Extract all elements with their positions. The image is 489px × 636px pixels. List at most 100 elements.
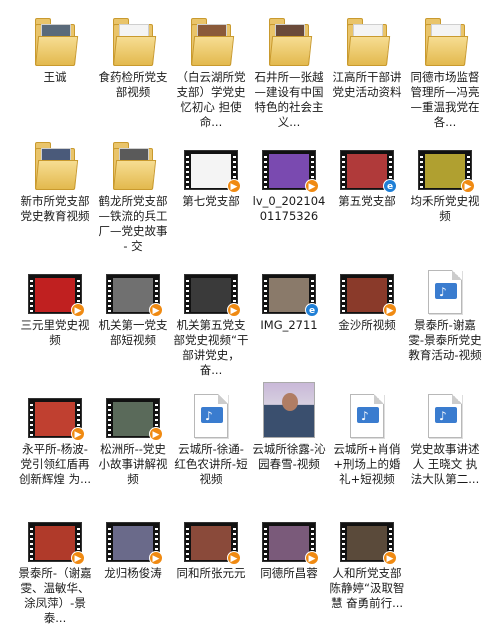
file-item[interactable]: ▶ 松洲所--党史小故事讲解视频 (94, 382, 172, 506)
file-item[interactable]: ▶ 机关第五党支部党史视频“干部讲党史，奋... (172, 258, 250, 382)
file-item[interactable]: ▶ 同德所昌蓉 (250, 506, 328, 630)
play-icon: ▶ (149, 427, 163, 441)
file-name: 龙归杨俊涛 (104, 566, 162, 580)
video-file-icon: ▶ (182, 258, 241, 317)
file-item[interactable]: ▶ 同和所张元元 (172, 506, 250, 630)
file-name: 同德市场监督管理所—冯亮—重温我党在各... (410, 70, 480, 129)
video-file-icon: ▶ (26, 382, 85, 441)
file-grid: 王诚 食药检所党支部视频 （白云湖所党支部）学党史 忆初心 担使命... 石井所—张越… (16, 10, 486, 630)
file-name: （白云湖所党支部）学党史 忆初心 担使命... (176, 70, 246, 129)
file-item[interactable]: （白云湖所党支部）学党史 忆初心 担使命... (172, 10, 250, 134)
file-item[interactable]: ▶ 均禾所党史视频 (406, 134, 484, 258)
play-icon: ▶ (149, 551, 163, 565)
file-item[interactable]: ▶ lv_0_20210401175326 (250, 134, 328, 258)
file-item[interactable]: 新市所党支部党史教育视频 (16, 134, 94, 258)
file-name: 云城所徐露-沁园春雪-视频 (252, 442, 326, 471)
play-icon: ▶ (305, 551, 319, 565)
browser-icon: e (305, 303, 319, 317)
video-file-icon: ▶ (104, 382, 163, 441)
file-name: 第五党支部 (338, 194, 396, 208)
video-file-icon: ▶ (338, 506, 397, 565)
file-item[interactable]: ▶ 机关第一党支部短视频 (94, 258, 172, 382)
photo-thumbnail-icon (260, 382, 318, 438)
folder-icon (416, 10, 474, 66)
file-item[interactable]: ♪ 云城所-徐通-红色农讲所-短视频 (172, 382, 250, 506)
play-icon: ▶ (227, 303, 241, 317)
play-icon: ▶ (305, 179, 319, 193)
file-name: 三元里党史视频 (20, 318, 90, 347)
file-name: 云城所+肖俏+刑场上的婚礼+短视频 (333, 442, 401, 486)
file-name: 金沙所视频 (338, 318, 396, 332)
play-icon: ▶ (71, 551, 85, 565)
file-item[interactable]: ▶ 金沙所视频 (328, 258, 406, 382)
video-file-icon: ▶ (338, 258, 397, 317)
file-name: IMG_2711 (260, 318, 318, 332)
folder-icon (338, 10, 396, 66)
video-file-icon: ▶ (260, 506, 319, 565)
file-name: 机关第五党支部党史视频“干部讲党史，奋... (173, 318, 249, 377)
file-name: 云城所-徐通-红色农讲所-短视频 (174, 442, 248, 486)
file-item[interactable]: ▶ 三元里党史视频 (16, 258, 94, 382)
file-item[interactable]: 同德市场监督管理所—冯亮—重温我党在各... (406, 10, 484, 134)
file-name: lv_0_20210401175326 (252, 194, 326, 223)
video-file-icon: ▶ (416, 134, 475, 193)
file-name: 同德所昌蓉 (260, 566, 318, 580)
file-name: 机关第一党支部短视频 (98, 318, 168, 347)
play-icon: ▶ (149, 303, 163, 317)
file-item[interactable]: ▶ 第七党支部 (172, 134, 250, 258)
folder-icon (26, 134, 84, 190)
play-icon: ▶ (383, 303, 397, 317)
file-name: 第七党支部 (182, 194, 240, 208)
file-item[interactable]: 鹤龙所党支部—铁流的兵工厂—党史故事 - 交 (94, 134, 172, 258)
file-item[interactable]: ♪ 云城所+肖俏+刑场上的婚礼+短视频 (328, 382, 406, 506)
video-file-icon: ▶ (26, 258, 85, 317)
file-name: 党史故事讲述人 王晓文 执法大队第二... (410, 442, 480, 486)
play-icon: ▶ (227, 551, 241, 565)
file-item[interactable]: 石井所—张越—建设有中国特色的社会主义... (250, 10, 328, 134)
video-file-icon: ▶ (182, 506, 241, 565)
folder-icon (182, 10, 240, 66)
file-item[interactable]: ▶ 人和所党支部 陈静婷“汲取智慧 奋勇前行... (328, 506, 406, 630)
file-name: 新市所党支部党史教育视频 (20, 194, 90, 223)
file-name: 景泰所-谢嘉雯-景泰所党史教育活动-视频 (408, 318, 482, 362)
file-item[interactable]: e 第五党支部 (328, 134, 406, 258)
video-file-icon: ▶ (104, 506, 163, 565)
file-item[interactable]: 王诚 (16, 10, 94, 134)
folder-icon (104, 134, 162, 190)
file-name: 人和所党支部 陈静婷“汲取智慧 奋勇前行... (329, 566, 405, 610)
file-item[interactable]: ♪ 景泰所-谢嘉雯-景泰所党史教育活动-视频 (406, 258, 484, 382)
video-file-icon: e (338, 134, 397, 193)
browser-icon: e (383, 179, 397, 193)
file-name: 食药检所党支部视频 (98, 70, 168, 99)
video-file-icon: ▶ (26, 506, 85, 565)
file-name: 同和所张元元 (176, 566, 246, 580)
video-file-icon: ▶ (104, 258, 163, 317)
file-item[interactable]: ▶ 景泰所-（谢嘉雯、温敏华、涂凤萍）-景泰... (16, 506, 94, 630)
play-icon: ▶ (383, 551, 397, 565)
media-document-icon: ♪ (182, 382, 240, 438)
file-name: 永平所-杨波-党引领红盾再创新辉煌 为... (18, 442, 92, 486)
file-name: 江高所干部讲党史活动资料 (332, 70, 402, 99)
play-icon: ▶ (461, 179, 475, 193)
folder-icon (26, 10, 84, 66)
video-file-icon: ▶ (260, 134, 319, 193)
play-icon: ▶ (227, 179, 241, 193)
file-item[interactable]: ▶ 龙归杨俊涛 (94, 506, 172, 630)
file-name: 松洲所--党史小故事讲解视频 (98, 442, 168, 486)
file-name: 均禾所党史视频 (410, 194, 480, 223)
play-icon: ▶ (71, 427, 85, 441)
file-name: 王诚 (43, 70, 67, 84)
file-item[interactable]: ♪ 党史故事讲述人 王晓文 执法大队第二... (406, 382, 484, 506)
file-item[interactable]: 食药检所党支部视频 (94, 10, 172, 134)
folder-icon (104, 10, 162, 66)
file-item[interactable]: e IMG_2711 (250, 258, 328, 382)
video-file-icon: ▶ (182, 134, 241, 193)
file-item[interactable]: 江高所干部讲党史活动资料 (328, 10, 406, 134)
folder-icon (260, 10, 318, 66)
video-file-icon: e (260, 258, 319, 317)
file-item[interactable]: ▶ 永平所-杨波-党引领红盾再创新辉煌 为... (16, 382, 94, 506)
file-item[interactable]: 云城所徐露-沁园春雪-视频 (250, 382, 328, 506)
file-explorer-pane: 王诚 食药检所党支部视频 （白云湖所党支部）学党史 忆初心 担使命... 石井所—张越… (0, 0, 489, 636)
file-name: 石井所—张越—建设有中国特色的社会主义... (254, 70, 324, 129)
file-name: 景泰所-（谢嘉雯、温敏华、涂凤萍）-景泰... (18, 566, 92, 625)
